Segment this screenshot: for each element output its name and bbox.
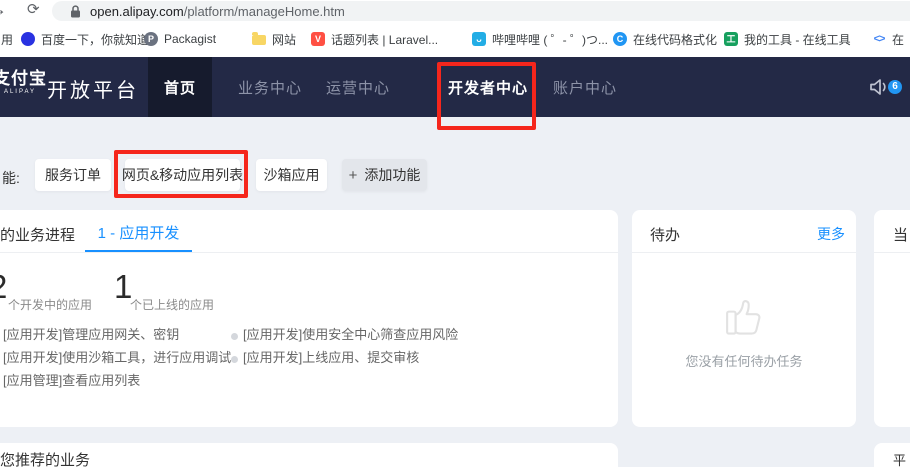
alipay-logo-en: ALIPAY <box>0 89 47 95</box>
bottom-right-partial-text: 平 <box>893 450 906 467</box>
code-brackets-icon: <> <box>872 32 886 46</box>
bookmark-laravel[interactable]: V 话题列表 | Laravel... <box>311 29 438 49</box>
stat-online-label: 个已上线的应用 <box>130 296 214 313</box>
bookmark-label: 我的工具 - 在线工具 <box>744 31 851 48</box>
todo-card: 待办 更多 您没有任何待办任务 <box>632 210 856 427</box>
bookmark-partial[interactable]: 用 <box>1 29 13 49</box>
todo-empty-text: 您没有任何待办任务 <box>632 351 856 370</box>
todo-more-link[interactable]: 更多 <box>817 224 845 244</box>
bookmark-bilibili[interactable]: ᴗ 哔哩哔哩 ( ゜- ゜)つ... <box>472 29 608 49</box>
nav-item-home[interactable]: 首页 <box>148 57 212 117</box>
folder-icon <box>252 35 266 45</box>
thumbs-up-icon <box>717 286 771 349</box>
bookmark-label: 网站 <box>272 31 296 48</box>
checklist-item: [应用开发]上线应用、提交审核 <box>243 347 419 366</box>
platform-title: 开放平台 <box>47 74 139 103</box>
notification-badge[interactable]: 6 <box>888 80 902 94</box>
recommended-title: 您推荐的业务 <box>0 449 90 467</box>
bullet-dot <box>231 333 238 340</box>
add-function-button[interactable]: + 添加功能 <box>342 159 427 191</box>
code-format-icon: C <box>613 32 627 46</box>
url-text: open.alipay.com/platform/manageHome.htm <box>90 4 345 19</box>
tools-icon: 工 <box>724 32 738 46</box>
right-card-title: 当 <box>893 224 908 245</box>
progress-card-title: 的业务进程 <box>0 224 75 245</box>
checklist-item: [应用开发]使用安全中心筛查应用风险 <box>243 324 458 343</box>
tab-app-development[interactable]: 1 - 应用开发 <box>85 222 192 243</box>
add-function-label: 添加功能 <box>364 165 420 185</box>
bookmark-partial-right[interactable]: <> 在 <box>872 29 904 49</box>
right-partial-card: 当 <box>874 210 910 427</box>
bookmark-website[interactable]: 网站 <box>252 29 296 49</box>
plus-icon: + <box>349 167 358 184</box>
bottom-right-partial-card: 平 <box>874 443 910 467</box>
divider <box>0 252 618 253</box>
stat-developing-count: 2 <box>0 270 7 303</box>
sandbox-app-button[interactable]: 沙箱应用 <box>256 159 327 191</box>
bookmarks-bar: 用 百度一下，你就知道 P Packagist 网站 V 话题列表 | Lara… <box>0 22 910 57</box>
url-domain: open.alipay.com <box>90 4 184 19</box>
bookmark-label: 在 <box>892 31 904 48</box>
bookmark-label: 在线代码格式化 <box>633 31 717 48</box>
checklist-item: [应用管理]查看应用列表 <box>3 370 140 389</box>
checklist-item: [应用开发]使用沙箱工具，进行应用调试 <box>3 347 231 366</box>
browser-window: → ⟳ open.alipay.com/platform/manageHome.… <box>0 0 910 467</box>
checklist-item: [应用开发]管理应用网关、密钥 <box>3 324 179 343</box>
announcement-speaker-icon[interactable] <box>869 78 890 96</box>
todo-card-title: 待办 <box>650 224 680 245</box>
divider <box>632 252 856 253</box>
url-path: /platform/manageHome.htm <box>184 4 345 19</box>
forward-icon[interactable]: → <box>0 0 7 20</box>
reload-icon[interactable]: ⟳ <box>27 0 40 18</box>
bookmark-label: 百度一下，你就知道 <box>41 31 149 48</box>
recommended-business-card: 您推荐的业务 <box>0 443 618 467</box>
annotation-box-developer-center <box>437 62 536 130</box>
bookmark-label: 话题列表 | Laravel... <box>331 31 438 48</box>
bookmark-code-format[interactable]: C 在线代码格式化 <box>613 29 717 49</box>
bilibili-icon: ᴗ <box>472 32 486 46</box>
bookmark-label: 用 <box>1 31 13 48</box>
laravel-forum-icon: V <box>311 32 325 46</box>
browser-toolbar: → ⟳ open.alipay.com/platform/manageHome.… <box>0 0 910 22</box>
alipay-logo[interactable]: 支付宝 ALIPAY <box>0 70 47 95</box>
baidu-icon <box>21 32 35 46</box>
bookmark-baidu[interactable]: 百度一下，你就知道 <box>21 29 149 49</box>
nav-item-account-center[interactable]: 账户中心 <box>545 57 625 117</box>
bullet-dot <box>231 356 238 363</box>
lock-icon <box>70 5 81 18</box>
bookmark-label: Packagist <box>164 32 216 46</box>
stat-developing-label: 个开发中的应用 <box>8 296 92 313</box>
divider <box>874 252 910 253</box>
nav-item-operation-center[interactable]: 运营中心 <box>318 57 398 117</box>
service-orders-button[interactable]: 服务订单 <box>35 159 111 191</box>
bookmark-packagist[interactable]: P Packagist <box>144 29 216 49</box>
tab-active-underline <box>85 250 192 252</box>
toolbar-prefix-label: 能: <box>2 168 20 188</box>
nav-item-business-center[interactable]: 业务中心 <box>230 57 310 117</box>
annotation-box-web-mobile-app-list <box>114 150 248 198</box>
bookmark-my-tools[interactable]: 工 我的工具 - 在线工具 <box>724 29 851 49</box>
bookmark-label: 哔哩哔哩 ( ゜- ゜)つ... <box>492 31 608 48</box>
alipay-logo-cn: 支付宝 <box>0 70 47 87</box>
business-progress-card: 的业务进程 1 - 应用开发 2 个开发中的应用 1 个已上线的应用 [应用开发… <box>0 210 618 427</box>
packagist-icon: P <box>144 32 158 46</box>
address-bar[interactable]: open.alipay.com/platform/manageHome.htm <box>52 1 910 21</box>
